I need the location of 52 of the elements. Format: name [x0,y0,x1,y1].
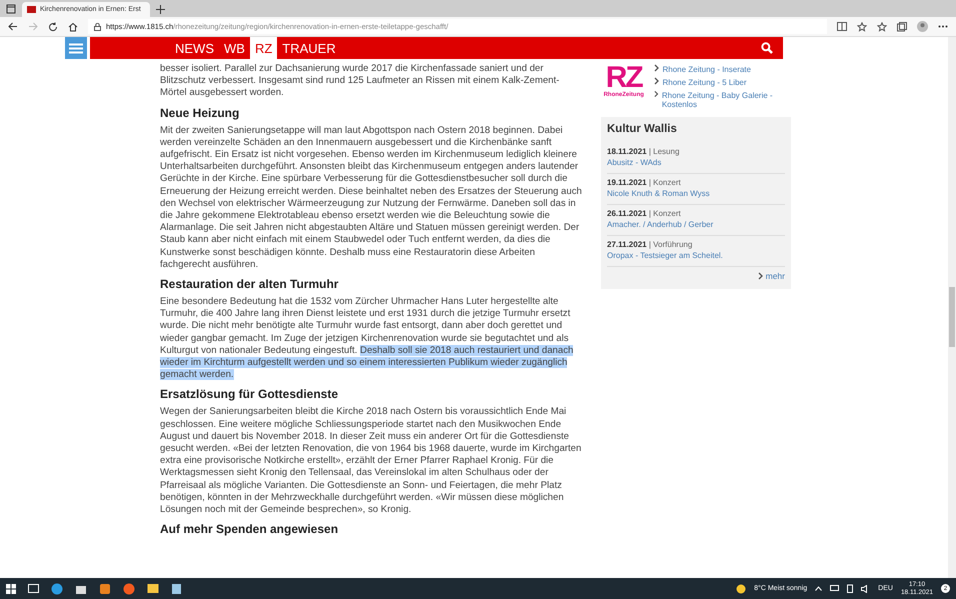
sidebar-link[interactable]: Rhone Zeitung - 5 Liber [662,78,747,87]
nav-tab[interactable]: RZ [250,37,278,59]
event-type: | Vorführung [648,240,692,249]
sidebar-link[interactable]: Rhone Zeitung - Baby Galerie - Kostenlos [662,91,791,109]
nav-tab[interactable]: NEWS [170,37,219,59]
event-date: 18.11.2021 [607,147,647,156]
star-icon[interactable] [857,22,867,32]
event-date: 27.11.2021 [607,240,647,249]
section-heading: Neue Heizung [160,106,240,120]
reload-icon[interactable] [48,22,58,32]
task-view-icon[interactable] [28,584,39,593]
article-paragraph: Wegen der Sanierungsarbeiten bleibt die Kirche 2018 nach Ostern bis voraussichtlich Ende Mai geschlossen. Eine weitere mögliche Schliessungsperiode startet nach den Musikwochen Ende August und dauert bis November 2018. In dieser Zeit muss ein anderer Ort für die Gottesdienste gesucht werden. «Bei der letzten Renovation, die von 1964 bis 1968 dauerte, wurde im Kirchgarten extra eine provisorische Notkirche erstellt», erzählt der Erner Pfarrer Raphael Kronig. Für die Werktagsmessen sieht Kronig den Tellensaal, das Vereinslokal im alten Schulhaus oder der Pfarreisaal als mögliche Varianten. Die Gottesdienste an Sonn- und Feiertagen, die mehr Platz benötigen, könnten in der Mehrzweckhalle durchgeführt werden. «Wir müssen diese möglichen Lösungen noch mit der Gemeinde besprechen», so Kronig. [160,406,582,516]
event-link[interactable]: Amacher. / Anderhub / Gerber [607,219,785,230]
section-heading: Auf mehr Spenden angewiesen [160,522,340,536]
event-date: 19.11.2021 [607,178,647,187]
event-link[interactable]: Abusitz - WAds [607,157,785,168]
profile-icon[interactable] [917,21,928,32]
tab-actions-icon[interactable] [6,4,16,14]
chevron-icon [758,272,763,280]
new-tab-icon[interactable] [156,5,165,14]
menu-button[interactable] [65,37,87,59]
section-heading: Restauration der alten Turmuhr [160,277,340,292]
start-icon[interactable] [6,584,16,594]
more-icon[interactable] [938,25,948,28]
favicon-icon [27,6,36,13]
section-heading: Ersatzlösung für Gottesdienste [160,387,340,402]
sidebar-link[interactable]: Rhone Zeitung - Inserate [662,65,751,74]
event-type: | Konzert [648,178,681,187]
sun-icon [736,584,746,594]
back-icon[interactable] [8,22,18,31]
article-paragraph: Mit der zweiten Sanierungsetappe will man laut Abgottspon nach Ostern 2018 beginnen. Dabei werden vereinzelte Schäden an den Innenmauern ausgebessert und die Kirchenbänke sanft aufgefrischt. Ein Ersatz ist nicht vorgesehen. Ebenso werden im Kirchenmuseum lediglich kleinere Unterhaltsarbeiten durchgeführt. Ansonsten bleibt das Kirchenmuseum entgegen anders lautender Gerüchte in der Kirche. Eine spürbare Verbesserung für die Gottesdienstbesucher soll durch die Erneuerung der Heizung erreicht werden. Diese beinhaltet neben des Ersatzes der Steuerung auch den Wechsel von elektrischer Wärmeerzeugung zur Nutzung der Fernwärme. Daneben soll das in die Jahre gekommene Elektrotableau ebenso ersetzt werden wie die Beleuchtung sowie die Alarmanlage. Die seit Jahren nicht abgestaubten Altäre und Statuen müssen gereinigt werden. Der Staub kann aber nicht einfach mit einem Staubwedel oder Tuch entfernt werden, da dies die Kunstwerke sonst beschädigen könnte. Deshalb muss eine Restauratorin diese Arbeiten fachgerecht ausführen. [160,124,583,272]
article-paragraph: Eine besondere Bedeutung hat die 1532 vom Zürcher Uhrmacher Hans Luter hergestellte alte Turmuhr, die 400 Jahre lang ihren Dienst leistete und erst 1931 durch die jetzige Turmuhr ersetzt wurde. Die nicht mehr benötigte alte Turmuhr wurde fast entsorgt, dann aber doch gerettet und wieder gangbar gemacht. Im Zuge der jetzigen Kirchenrenovation wurde sie begutachtet und als Kulturgut von nationaler Bedeutung eingestuft. Deshalb soll sie 2018 auch restauriert und danach wieder im Kirchturm aufgestellt werden und so einem interessierten Publikum wieder zugänglich gemacht werden. [160,296,574,382]
nav-tab[interactable]: WB [219,37,250,59]
search-icon[interactable] [761,42,773,54]
event-type: | Lesung [648,147,680,156]
nav-tab[interactable]: TRAUER [277,37,341,59]
scrollbar[interactable] [948,37,956,579]
event-date: 26.11.2021 [607,209,647,218]
event-link[interactable]: Oropax - Testsieger am Scheitel. [607,250,785,261]
reader-view-icon[interactable] [837,22,847,31]
scrollbar-thumb[interactable] [949,287,955,347]
collections-icon[interactable] [897,22,907,32]
home-icon[interactable] [68,22,78,32]
event-type: | Konzert [648,209,681,218]
more-link[interactable]: mehr [766,271,785,281]
lock-icon [94,22,101,30]
event-link[interactable]: Nicole Knuth & Roman Wyss [607,188,785,199]
caret-icon[interactable] [815,586,822,591]
menu-icon [69,42,83,54]
panel-title: Kultur Wallis [607,123,678,135]
article-paragraph: besser isoliert. Parallel zur Dachsanierung wurde 2017 die Kirchenfassade saniert und der Blitzschutz verbessert. Insgesamt sind rund 125 Laufmeter an Rissen mit einem Kalk-Zement-Mörtel ausgebessert worden. [160,63,560,100]
favorites-icon[interactable] [877,22,887,32]
